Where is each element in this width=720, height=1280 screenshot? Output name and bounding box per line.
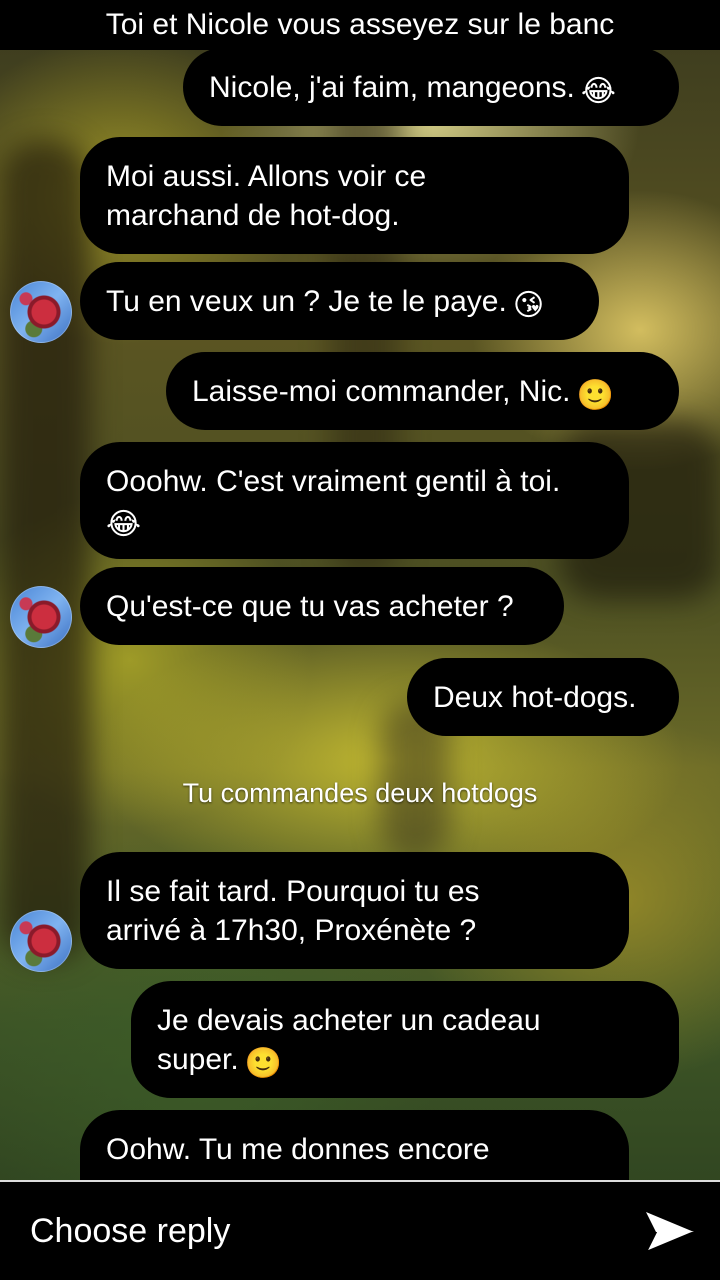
message-bubble-incoming: Moi aussi. Allons voir ce marchand de ho…	[80, 137, 629, 254]
narration-text: Tu commandes deux hotdogs	[182, 778, 538, 808]
message-text: Tu en veux un ? Je te le paye.	[106, 285, 507, 318]
message-bubble-outgoing: Deux hot-dogs.	[407, 658, 679, 736]
message-bubble-incoming: Ooohw. C'est vraiment gentil à toi. 😂	[80, 442, 629, 559]
reply-bar[interactable]: Choose reply	[0, 1180, 720, 1280]
message-bubble-incoming: Tu en veux un ? Je te le paye. 😘	[80, 262, 599, 340]
laughing-tears-emoji-icon: 😂	[106, 508, 142, 541]
message-text: Nicole, j'ai faim, mangeons.	[209, 71, 575, 104]
send-arrow-icon[interactable]	[644, 1210, 696, 1254]
message-bubble-outgoing: Je devais acheter un cadeau super. 🙂	[131, 981, 679, 1098]
smile-emoji-icon: 🙂	[244, 1047, 283, 1080]
message-bubble-outgoing: Nicole, j'ai faim, mangeons. 😂	[183, 48, 679, 126]
nicole-avatar[interactable]	[10, 586, 72, 648]
message-bubble-incoming: Il se fait tard. Pourquoi tu es arrivé à…	[80, 852, 629, 969]
message-text: Il se fait tard. Pourquoi tu es arrivé à…	[106, 875, 480, 947]
message-bubble-outgoing: Laisse-moi commander, Nic. 🙂	[166, 352, 679, 430]
nicole-avatar[interactable]	[10, 910, 72, 972]
laughing-tears-emoji-icon: 😂	[580, 75, 616, 108]
scene-title: Toi et Nicole vous asseyez sur le banc	[0, 0, 720, 50]
nicole-avatar[interactable]	[10, 281, 72, 343]
message-text: Qu'est-ce que tu vas acheter ?	[106, 590, 514, 623]
message-text: Moi aussi. Allons voir ce marchand de ho…	[106, 160, 427, 232]
message-bubble-incoming: Qu'est-ce que tu vas acheter ?	[80, 567, 564, 645]
message-text: Ooohw. C'est vraiment gentil à toi.	[106, 465, 561, 498]
wink-kiss-emoji-icon: 😘	[512, 289, 545, 322]
message-text: Oohw. Tu me donnes encore	[106, 1133, 490, 1166]
message-text: Je devais acheter un cadeau super.	[157, 1004, 541, 1076]
message-text: Laisse-moi commander, Nic.	[192, 375, 571, 408]
message-text: Deux hot-dogs.	[433, 681, 637, 714]
choose-reply-button[interactable]: Choose reply	[30, 1212, 230, 1251]
smile-emoji-icon: 🙂	[576, 379, 614, 412]
